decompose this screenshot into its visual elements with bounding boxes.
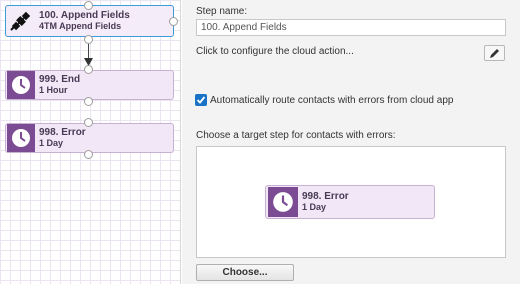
step-input-port[interactable] xyxy=(84,118,93,127)
step-subtitle: 1 Hour xyxy=(39,85,68,95)
configure-cloud-action-link[interactable]: Click to configure the cloud action... xyxy=(196,46,354,57)
clock-icon xyxy=(7,71,35,99)
step-output-port[interactable] xyxy=(84,97,93,106)
clock-icon xyxy=(268,187,298,217)
pencil-icon xyxy=(490,48,499,58)
step-name-label: Step name: xyxy=(196,6,248,17)
choose-button[interactable]: Choose... xyxy=(196,264,294,281)
step-error[interactable]: 998. Error 1 Day xyxy=(5,123,174,153)
target-step-label: Choose a target step for contacts with e… xyxy=(196,130,396,141)
step-title: 998. Error xyxy=(302,191,349,202)
satellite-icon xyxy=(7,7,35,35)
step-output-port[interactable] xyxy=(84,150,93,159)
target-step-box[interactable]: 998. Error 1 Day xyxy=(196,146,506,258)
auto-route-label: Automatically route contacts with errors… xyxy=(210,95,454,106)
step-end[interactable]: 999. End 1 Hour xyxy=(5,70,174,100)
step-subtitle: 1 Day xyxy=(302,202,327,212)
edit-button[interactable] xyxy=(484,45,505,61)
step-title: 999. End xyxy=(39,74,81,85)
auto-route-checkbox[interactable] xyxy=(195,94,207,106)
step-title: 100. Append Fields xyxy=(39,10,130,21)
clock-icon xyxy=(7,124,35,152)
flow-canvas[interactable]: 100. Append Fields 4TM Append Fields 999… xyxy=(0,0,181,284)
step-input-port[interactable] xyxy=(84,65,93,74)
step-output-port[interactable] xyxy=(84,35,93,44)
step-name-input[interactable]: 100. Append Fields xyxy=(196,19,506,36)
step-subtitle: 4TM Append Fields xyxy=(39,21,122,31)
step-subtitle: 1 Day xyxy=(39,138,64,148)
step-side-port[interactable] xyxy=(169,17,178,26)
step-input-port[interactable] xyxy=(84,1,93,10)
checkmark-icon xyxy=(196,96,206,104)
step-title: 998. Error xyxy=(39,127,86,138)
target-step-error[interactable]: 998. Error 1 Day xyxy=(265,185,435,219)
